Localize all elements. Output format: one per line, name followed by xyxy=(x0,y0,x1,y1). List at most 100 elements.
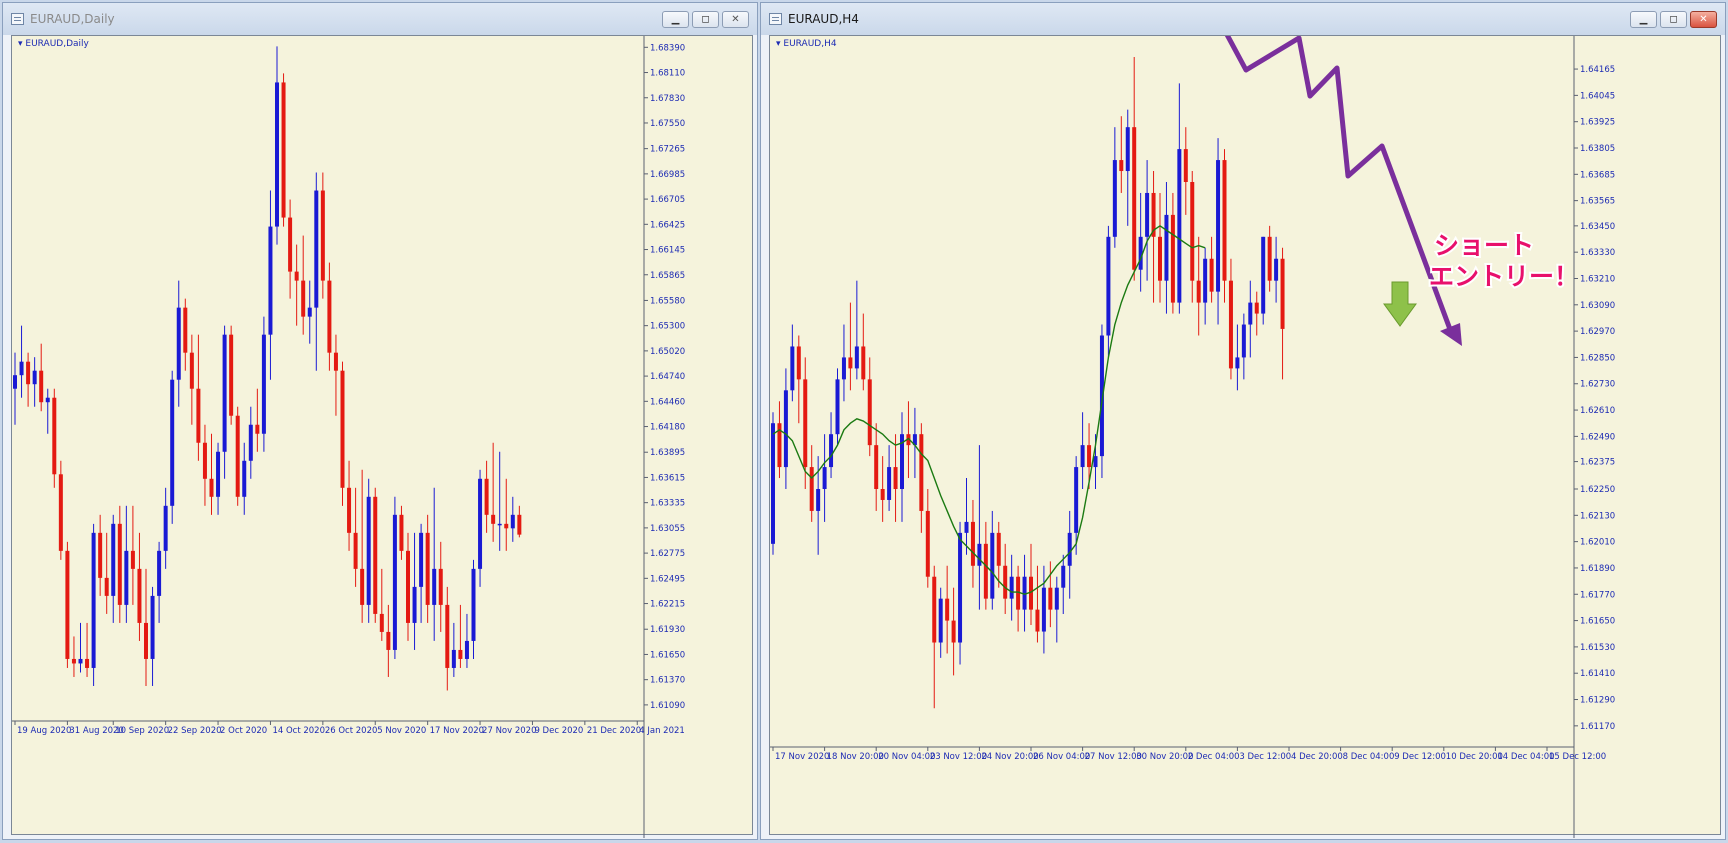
price-tick-label: 1.65865 xyxy=(650,271,685,281)
candle-body xyxy=(848,357,853,369)
maximize-button[interactable]: ◻ xyxy=(692,11,719,28)
time-tick-label: 19 Aug 2020 xyxy=(17,726,71,736)
candle-body xyxy=(970,521,975,566)
candle-body xyxy=(242,460,247,497)
candle-body xyxy=(1158,236,1162,281)
candle-body xyxy=(854,346,859,369)
candle-body xyxy=(1254,302,1259,314)
chart-area-h4[interactable]: 1.64165 1.64045 1.63925 1.63805 1.63685 1.635… xyxy=(769,35,1722,838)
candle-body xyxy=(419,532,424,587)
price-tick-label: 1.67830 xyxy=(650,94,685,104)
price-tick-label: 1.61410 xyxy=(1580,669,1615,679)
candle-body xyxy=(1261,236,1266,314)
candle-body xyxy=(491,514,496,524)
price-tick-label: 1.63210 xyxy=(1580,274,1615,284)
candle-body xyxy=(835,379,840,435)
close-button[interactable]: ✕ xyxy=(722,11,749,28)
candle-body xyxy=(288,217,293,272)
price-tick-label: 1.62375 xyxy=(1580,458,1615,468)
chart-window-daily[interactable]: EURAUD,Daily ▁ ◻ ✕ 1.68390 1.68110 1.67830… xyxy=(2,2,758,840)
price-tick-label: 1.62490 xyxy=(1580,432,1615,442)
price-tick-label: 1.61650 xyxy=(650,650,685,660)
price-tick-label: 1.61930 xyxy=(650,625,685,635)
title-bar[interactable]: EURAUD,H4 ▁ ◻ ✕ xyxy=(761,3,1725,35)
candle-body xyxy=(202,442,207,479)
candle-body xyxy=(320,190,325,281)
candle-body xyxy=(510,514,515,529)
candle-body xyxy=(19,361,24,376)
price-tick-label: 1.62610 xyxy=(1580,406,1615,416)
chart-window-h4[interactable]: EURAUD,H4 ▁ ◻ ✕ 1.64165 1.64045 1.63925 1.6… xyxy=(760,2,1726,840)
chart-area-daily[interactable]: 1.68390 1.68110 1.67830 1.67550 1.67265 1.669… xyxy=(11,35,754,838)
chart-window-icon xyxy=(11,13,24,25)
candle-body xyxy=(117,523,122,605)
candle-body xyxy=(990,532,995,599)
candlestick-chart-h4[interactable]: 1.64165 1.64045 1.63925 1.63805 1.63685 1.635… xyxy=(770,36,1722,838)
candle-body xyxy=(796,346,801,380)
candle-body xyxy=(373,496,378,614)
candle-body xyxy=(1235,357,1240,369)
candle-body xyxy=(65,550,70,659)
short-entry-text-line2: エントリー！ xyxy=(1429,262,1579,291)
title-bar[interactable]: EURAUD,Daily ▁ ◻ ✕ xyxy=(3,3,757,35)
candle-body xyxy=(1132,127,1137,270)
chart-symbol-label: ▾ EURAUD,Daily xyxy=(18,39,89,49)
chart-window-icon xyxy=(769,13,782,25)
candle-body xyxy=(353,532,358,569)
price-tick-label: 1.66705 xyxy=(650,195,685,205)
price-tick-label: 1.62495 xyxy=(650,574,685,584)
candle-body xyxy=(39,370,44,403)
price-tick-label: 1.61650 xyxy=(1580,617,1615,627)
price-tick-label: 1.62250 xyxy=(1580,485,1615,495)
price-tick-label: 1.63615 xyxy=(650,473,685,483)
candle-body xyxy=(1067,532,1072,566)
price-tick-label: 1.63565 xyxy=(1580,197,1615,207)
close-button[interactable]: ✕ xyxy=(1690,11,1717,28)
price-tick-label: 1.64740 xyxy=(650,372,685,382)
candle-body xyxy=(1267,236,1272,281)
candle-body xyxy=(1048,587,1053,610)
symbol-text: EURAUD,Daily xyxy=(25,39,89,49)
candle-body xyxy=(1164,214,1169,281)
price-tick-label: 1.64180 xyxy=(650,423,685,433)
time-tick-label: 14 Dec 04:00 xyxy=(1497,752,1554,762)
minimize-button[interactable]: ▁ xyxy=(662,11,689,28)
candle-body xyxy=(255,424,260,434)
price-tick-label: 1.61290 xyxy=(1580,696,1615,706)
price-tick-label: 1.62215 xyxy=(650,600,685,610)
time-tick-label: 27 Nov 12:00 xyxy=(1085,752,1142,762)
time-tick-label: 30 Nov 20:00 xyxy=(1136,752,1193,762)
candle-body xyxy=(170,379,175,506)
candle-body xyxy=(26,361,31,385)
candle-body xyxy=(314,190,319,308)
price-tick-label: 1.62010 xyxy=(1580,538,1615,548)
candle-body xyxy=(124,550,129,605)
candle-body xyxy=(1035,609,1040,632)
maximize-button[interactable]: ◻ xyxy=(1660,11,1687,28)
candle-body xyxy=(1054,587,1059,610)
candle-body xyxy=(816,489,821,511)
candle-body xyxy=(32,370,37,385)
price-tick-label: 1.63090 xyxy=(1580,301,1615,311)
candle-body xyxy=(58,474,63,551)
minimize-button[interactable]: ▁ xyxy=(1630,11,1657,28)
price-tick-label: 1.67265 xyxy=(650,145,685,155)
candle-body xyxy=(1061,565,1066,588)
green-down-arrow-icon xyxy=(1383,281,1417,327)
candle-body xyxy=(176,307,181,380)
candle-body xyxy=(938,598,943,643)
candle-body xyxy=(130,550,135,569)
price-tick-label: 1.61090 xyxy=(650,701,685,711)
candlestick-chart-daily[interactable]: 1.68390 1.68110 1.67830 1.67550 1.67265 1.669… xyxy=(12,36,754,838)
time-tick-label: 17 Nov 2020 xyxy=(430,726,484,736)
price-tick-label: 1.63685 xyxy=(1580,170,1615,180)
price-tick-label: 1.62970 xyxy=(1580,327,1615,337)
candle-body xyxy=(1248,302,1253,325)
candle-body xyxy=(803,379,808,468)
price-tick-label: 1.68390 xyxy=(650,43,685,53)
candle-body xyxy=(281,82,286,218)
candle-body xyxy=(945,598,950,621)
candle-body xyxy=(1177,149,1182,303)
candle-body xyxy=(222,334,227,452)
candle-body xyxy=(392,514,397,650)
